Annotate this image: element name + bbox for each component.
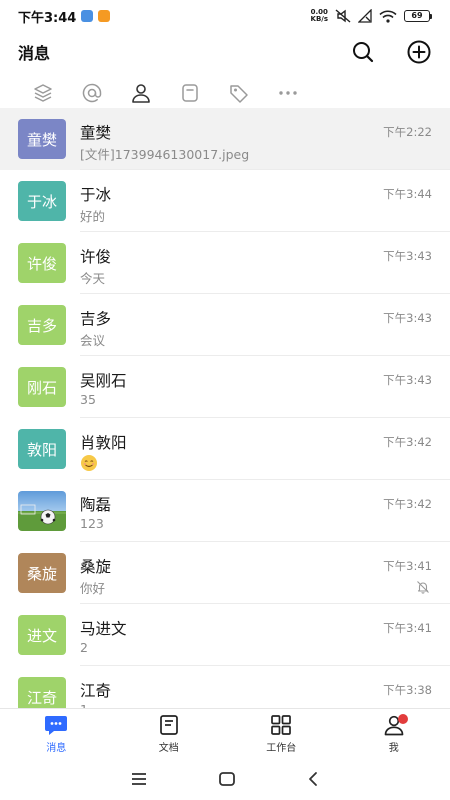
avatar: 童樊 — [18, 119, 66, 159]
at-icon — [82, 83, 101, 103]
header: 消息 — [0, 32, 450, 72]
mute-status-icon — [335, 9, 351, 23]
avatar: 许俊 — [18, 243, 66, 283]
note-icon — [181, 84, 198, 102]
bell-off-icon — [417, 581, 429, 594]
chat-preview: 35 — [80, 392, 96, 407]
chat-row[interactable]: 陶磊 123 下午3:42 — [0, 480, 450, 542]
filter-tab-mentions[interactable] — [67, 76, 116, 110]
signal-off-icon — [358, 9, 372, 23]
chat-list: 童樊 童樊 [文件]1739946130017.jpeg 下午2:22 于冰 于… — [0, 108, 450, 708]
battery-icon: 69 — [404, 10, 432, 22]
tab-docs[interactable]: 文档 — [113, 709, 226, 758]
chat-time: 下午3:43 — [383, 249, 432, 263]
more-icon — [278, 91, 297, 95]
chat-row[interactable]: 于冰 于冰 好的 下午3:44 — [0, 170, 450, 232]
chat-time: 下午3:38 — [383, 683, 432, 697]
chat-preview: 今天 — [80, 271, 106, 286]
notification-dot — [397, 714, 408, 724]
back-icon[interactable] — [306, 771, 320, 787]
chat-preview: 123 — [80, 516, 104, 531]
chat-row[interactable]: 进文 马进文 2 下午3:41 — [0, 604, 450, 666]
home-icon[interactable] — [218, 771, 236, 787]
layers-icon — [33, 84, 52, 102]
avatar: 敦阳 — [18, 429, 66, 469]
chat-time: 下午3:41 — [383, 559, 432, 573]
chat-name: 江奇 — [80, 682, 112, 700]
chat-time: 下午2:22 — [383, 125, 432, 139]
avatar: 进文 — [18, 615, 66, 655]
tab-me[interactable]: 我 — [338, 709, 450, 758]
chat-name: 陶磊 — [80, 496, 112, 514]
chat-bubble-icon — [45, 715, 68, 735]
chat-row[interactable]: 许俊 许俊 今天 下午3:43 — [0, 232, 450, 294]
tab-workbench[interactable]: 工作台 — [225, 709, 338, 758]
chat-row[interactable]: 刚石 吴刚石 35 下午3:43 — [0, 356, 450, 418]
tab-label: 我 — [388, 742, 399, 754]
chat-time: 下午3:41 — [383, 621, 432, 635]
avatar: 江奇 — [18, 677, 66, 708]
chat-row[interactable]: 江奇 江奇 1 下午3:38 — [0, 666, 450, 708]
chat-name: 吉多 — [80, 310, 112, 328]
add-button[interactable] — [406, 39, 432, 65]
bottom-tab-bar: 消息 文档 工作台 我 — [0, 708, 450, 758]
filter-tab-tags[interactable] — [214, 76, 263, 110]
plus-circle-icon — [407, 40, 431, 64]
chat-row[interactable]: 桑旋 桑旋 你好 下午3:41 — [0, 542, 450, 604]
avatar: 刚石 — [18, 367, 66, 407]
system-navigation-bar — [0, 758, 450, 800]
tag-icon — [229, 85, 248, 103]
chat-preview: 2 — [80, 640, 88, 655]
chat-preview-emoji — [80, 454, 98, 475]
soccer-photo-icon — [18, 491, 66, 531]
status-bar: 下午3:44 0.00 KB/s 69 — [0, 0, 450, 32]
chat-preview: 好的 — [80, 209, 106, 224]
filter-tab-single-chats[interactable] — [116, 76, 165, 110]
menu-icon[interactable] — [130, 772, 148, 786]
chat-name: 马进文 — [80, 620, 127, 638]
avatar: 桑旋 — [18, 553, 66, 593]
chat-preview: 会议 — [80, 333, 106, 348]
tab-label: 工作台 — [266, 742, 297, 754]
filter-tab-more[interactable] — [263, 76, 312, 110]
tab-label: 文档 — [158, 742, 179, 754]
chat-name: 于冰 — [80, 186, 112, 204]
status-time: 下午3:44 — [18, 10, 77, 26]
chat-row[interactable]: 童樊 童樊 [文件]1739946130017.jpeg 下午2:22 — [0, 108, 450, 170]
tab-messages[interactable]: 消息 — [0, 709, 113, 758]
person-icon — [131, 84, 150, 103]
app-notification-icon — [81, 10, 94, 22]
tab-label: 消息 — [46, 742, 67, 754]
document-icon — [159, 714, 178, 735]
chat-preview: [文件]1739946130017.jpeg — [80, 147, 250, 162]
chat-name: 童樊 — [80, 124, 112, 142]
filter-tab-all[interactable] — [18, 76, 67, 110]
filter-tab-bar — [0, 76, 450, 110]
avatar: 于冰 — [18, 181, 66, 221]
photo-avatar — [18, 491, 66, 531]
chat-name: 吴刚石 — [80, 372, 127, 390]
page-title: 消息 — [18, 44, 51, 63]
chat-name: 许俊 — [80, 248, 112, 266]
chat-name: 肖敦阳 — [80, 434, 127, 452]
chat-time: 下午3:42 — [383, 435, 432, 449]
chat-row[interactable]: 吉多 吉多 会议 下午3:43 — [0, 294, 450, 356]
chat-time: 下午3:43 — [383, 311, 432, 325]
chat-time: 下午3:43 — [383, 373, 432, 387]
mi-notification-icon — [98, 10, 111, 22]
wifi-icon — [379, 10, 397, 23]
chat-name: 桑旋 — [80, 558, 112, 576]
chat-row[interactable]: 敦阳 肖敦阳 下午3:42 — [0, 418, 450, 480]
search-button[interactable] — [350, 39, 376, 65]
grid-icon — [271, 714, 292, 735]
smile-emoji-icon — [81, 455, 97, 471]
chat-preview: 你好 — [80, 581, 106, 596]
chat-time: 下午3:42 — [383, 497, 432, 511]
chat-time: 下午3:44 — [383, 187, 432, 201]
network-speed: 0.00 KB/s — [310, 8, 328, 23]
avatar: 吉多 — [18, 305, 66, 345]
filter-tab-notes[interactable] — [165, 76, 214, 110]
search-icon — [353, 42, 374, 63]
